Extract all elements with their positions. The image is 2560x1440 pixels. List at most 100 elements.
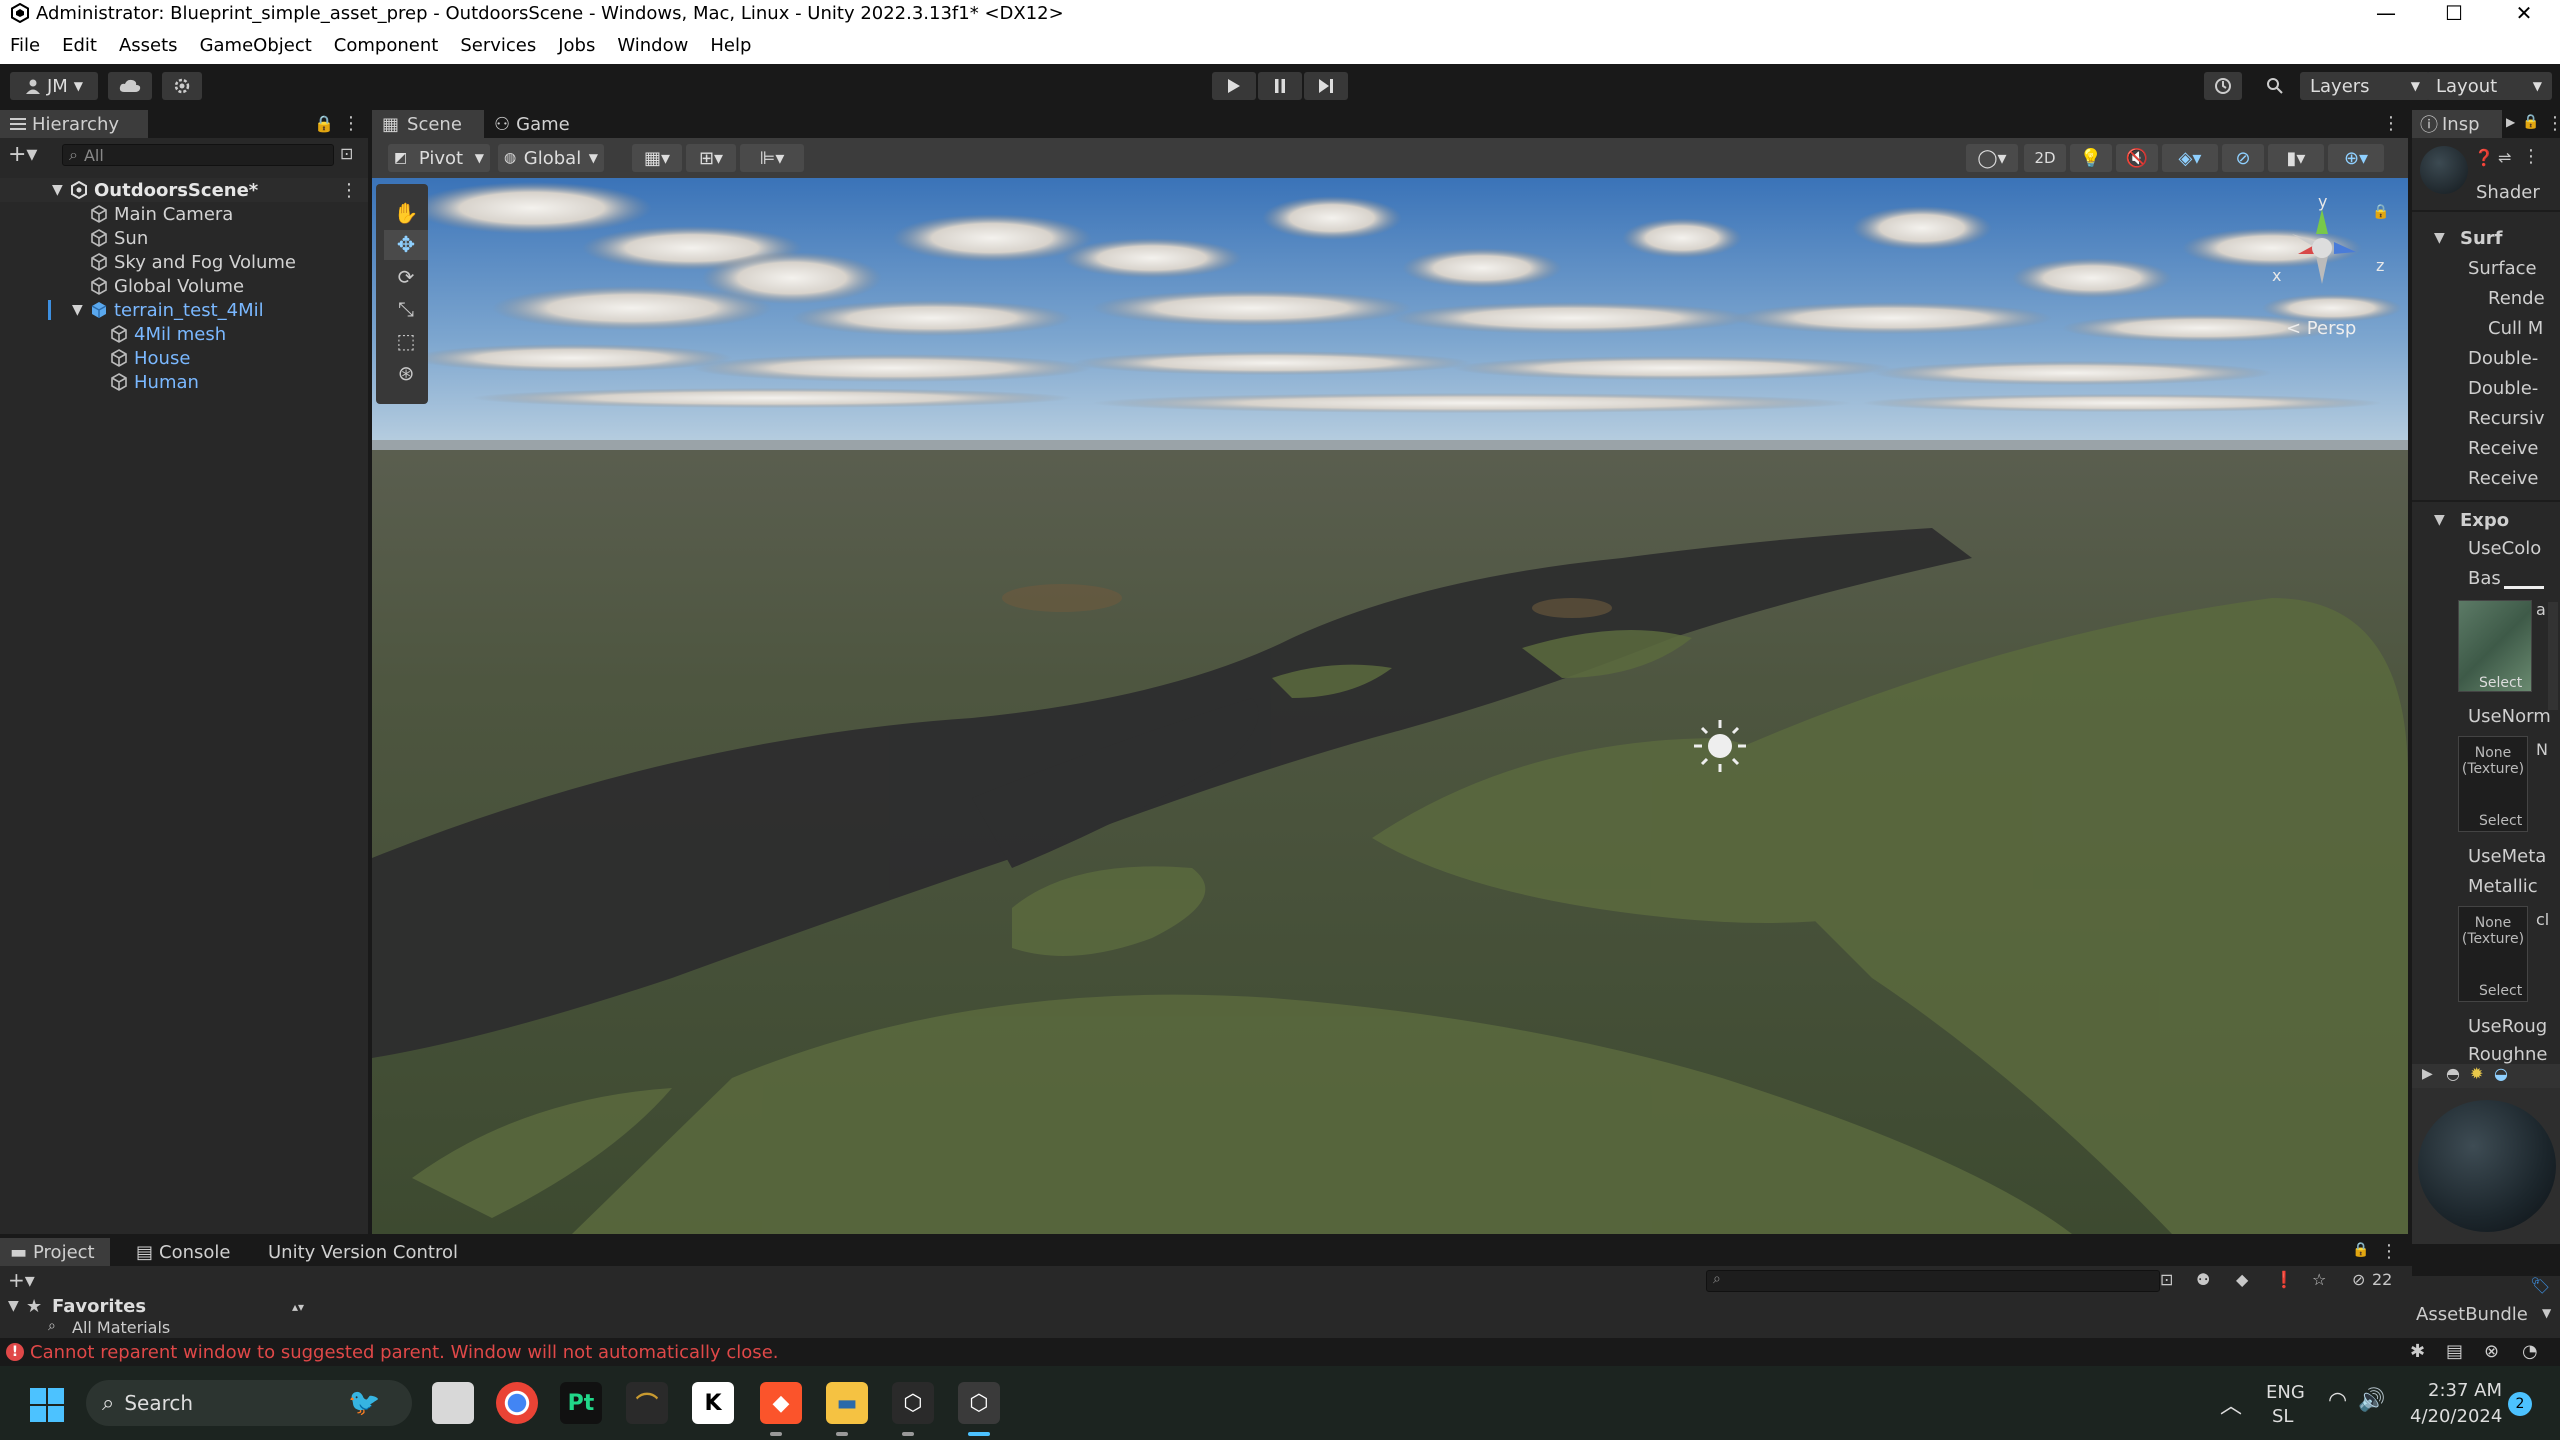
chrome-icon[interactable]: [496, 1382, 538, 1424]
unity-hub-icon[interactable]: ⬡: [892, 1382, 934, 1424]
chevron-down-icon[interactable]: ▼: [52, 182, 63, 198]
add-icon[interactable]: +▾: [8, 1268, 35, 1292]
search-filter-icon[interactable]: ⊡: [2160, 1270, 2173, 1289]
tab-inspector[interactable]: ⓘ Insp: [2412, 110, 2502, 138]
cache-icon[interactable]: ▤: [2446, 1341, 2463, 1362]
global-dropdown[interactable]: ◍ Global ▼: [498, 144, 604, 172]
hierarchy-item-main-camera[interactable]: Main Camera: [0, 202, 368, 226]
hierarchy-search-input[interactable]: ⌕ All: [62, 144, 334, 166]
shading-mode-dropdown[interactable]: ◯▾: [1966, 144, 2018, 172]
surface-section-header[interactable]: Surf: [2460, 228, 2503, 249]
warning-icon[interactable]: ❗: [2274, 1270, 2294, 1289]
hierarchy-item-human[interactable]: Human: [0, 370, 368, 394]
hand-tool-button[interactable]: ✋: [384, 198, 428, 228]
notification-badge[interactable]: 2: [2508, 1392, 2532, 1416]
sphere-icon[interactable]: ◓: [2446, 1064, 2460, 1083]
lock-icon[interactable]: 🔒: [2352, 1242, 2369, 1258]
gizmos-dropdown[interactable]: ⊕▾: [2328, 144, 2384, 172]
file-explorer-icon[interactable]: ▬: [826, 1382, 868, 1424]
snap-increment-button[interactable]: ⊞▾: [686, 144, 736, 172]
label-tag-icon[interactable]: ◆: [2236, 1270, 2248, 1289]
2d-toggle-button[interactable]: 2D: [2024, 144, 2066, 172]
audio-toggle-button[interactable]: 🔇: [2116, 144, 2158, 172]
favorites-label[interactable]: Favorites: [52, 1296, 146, 1317]
tab-hierarchy[interactable]: Hierarchy: [0, 110, 148, 138]
windows-start-icon[interactable]: [30, 1388, 64, 1422]
lock-icon[interactable]: 🔒: [314, 114, 334, 133]
scroll-arrows-icon[interactable]: ▴▾: [292, 1300, 304, 1314]
status-message[interactable]: Cannot reparent window to suggested pare…: [30, 1342, 779, 1363]
light-icon[interactable]: ✹: [2470, 1064, 2483, 1083]
play-button[interactable]: [1212, 72, 1256, 100]
task-view-icon[interactable]: [432, 1382, 474, 1424]
wifi-icon[interactable]: ◠: [2328, 1388, 2347, 1413]
all-materials-item[interactable]: All Materials: [72, 1318, 170, 1336]
bug-icon[interactable]: ✱: [2410, 1341, 2425, 1362]
normal-texture-slot[interactable]: None (Texture) Select: [2458, 736, 2528, 832]
tab-game[interactable]: ⚇ Game: [484, 110, 594, 138]
settings-button[interactable]: [162, 72, 202, 100]
rect-tool-button[interactable]: ⬚: [384, 326, 428, 356]
more-options-icon[interactable]: ⋮: [340, 180, 358, 201]
help-icon[interactable]: ❓: [2474, 148, 2494, 167]
camera-settings-dropdown[interactable]: ▮▾: [2268, 144, 2324, 172]
pivot-dropdown[interactable]: ◩ Pivot ▼: [388, 144, 490, 172]
tab-version-control[interactable]: Unity Version Control: [258, 1238, 498, 1266]
effects-dropdown[interactable]: ◈▾: [2162, 144, 2218, 172]
move-tool-button[interactable]: ✥: [384, 230, 428, 260]
close-button[interactable]: ✕: [2494, 0, 2554, 26]
base-texture-thumbnail[interactable]: Select: [2458, 600, 2532, 692]
step-button[interactable]: [1304, 72, 1348, 100]
perspective-label[interactable]: < Persp: [2286, 318, 2356, 339]
chevron-right-icon[interactable]: ▶: [2506, 115, 2515, 129]
cloud-button[interactable]: [108, 72, 152, 100]
more-options-icon[interactable]: ⋮: [2522, 146, 2540, 167]
hierarchy-item-terrain[interactable]: ▼ terrain_test_4Mil: [0, 298, 368, 322]
grid-snap-button[interactable]: ▦▾: [632, 144, 682, 172]
color-swatch[interactable]: [2504, 586, 2544, 589]
brave-browser-icon[interactable]: ◆: [760, 1382, 802, 1424]
menu-jobs[interactable]: Jobs: [558, 35, 595, 56]
unity-editor-icon[interactable]: ⬡: [958, 1382, 1000, 1424]
transform-tool-button[interactable]: ⊛: [384, 358, 428, 388]
scale-tool-button[interactable]: ⤡: [384, 294, 428, 324]
hierarchy-item-4mil-mesh[interactable]: 4Mil mesh: [0, 322, 368, 346]
search-filter-icon[interactable]: ⊡: [340, 144, 353, 163]
clock-date[interactable]: 4/20/2024: [2410, 1406, 2502, 1427]
select-texture-button[interactable]: Select: [2479, 813, 2522, 829]
visibility-toggle-button[interactable]: ⊘: [2222, 144, 2264, 172]
chevron-down-icon[interactable]: ▼: [2434, 512, 2445, 528]
select-texture-button[interactable]: Select: [2479, 983, 2522, 999]
tag-icon[interactable]: 🏷: [2530, 1276, 2550, 1295]
chevron-down-icon[interactable]: ▼: [8, 1298, 19, 1314]
tab-console[interactable]: ▤ Console: [126, 1238, 256, 1266]
preset-icon[interactable]: ⇌: [2498, 148, 2511, 167]
minimize-button[interactable]: —: [2356, 0, 2416, 26]
network-icon[interactable]: ⊗: [2484, 1341, 2499, 1362]
hierarchy-item-sky-fog-volume[interactable]: Sky and Fog Volume: [0, 250, 368, 274]
menu-gameobject[interactable]: GameObject: [200, 35, 312, 56]
ruler-button[interactable]: ⊫▾: [740, 144, 804, 172]
menu-window[interactable]: Window: [617, 35, 688, 56]
select-texture-button[interactable]: Select: [2479, 675, 2522, 691]
maximize-button[interactable]: ☐: [2424, 0, 2484, 26]
blender-like-app-icon[interactable]: ⌒: [626, 1382, 668, 1424]
menu-services[interactable]: Services: [460, 35, 536, 56]
more-options-icon[interactable]: ⋮: [342, 113, 360, 134]
project-search-input[interactable]: ⌕: [1706, 1270, 2160, 1292]
pycharm-icon[interactable]: Pt: [560, 1382, 602, 1424]
chevron-down-icon[interactable]: ▼: [72, 302, 83, 318]
hierarchy-item-global-volume[interactable]: Global Volume: [0, 274, 368, 298]
menu-component[interactable]: Component: [334, 35, 439, 56]
chevron-up-icon[interactable]: ︿: [2220, 1388, 2242, 1420]
menu-file[interactable]: File: [10, 35, 40, 56]
scene-row[interactable]: ▼ OutdoorsScene* ⋮: [0, 178, 368, 202]
filter-type-icon[interactable]: ⚉: [2196, 1270, 2210, 1289]
account-button[interactable]: JM ▼: [10, 72, 98, 100]
more-options-icon[interactable]: ⋮: [2546, 113, 2560, 134]
taskbar-search-box[interactable]: ⌕ Search 🐦: [86, 1380, 412, 1426]
exposed-section-header[interactable]: Expo: [2460, 510, 2509, 531]
history-button[interactable]: [2204, 72, 2242, 100]
chevron-down-icon[interactable]: ▼: [2434, 230, 2445, 246]
volume-icon[interactable]: 🔊: [2358, 1388, 2385, 1413]
